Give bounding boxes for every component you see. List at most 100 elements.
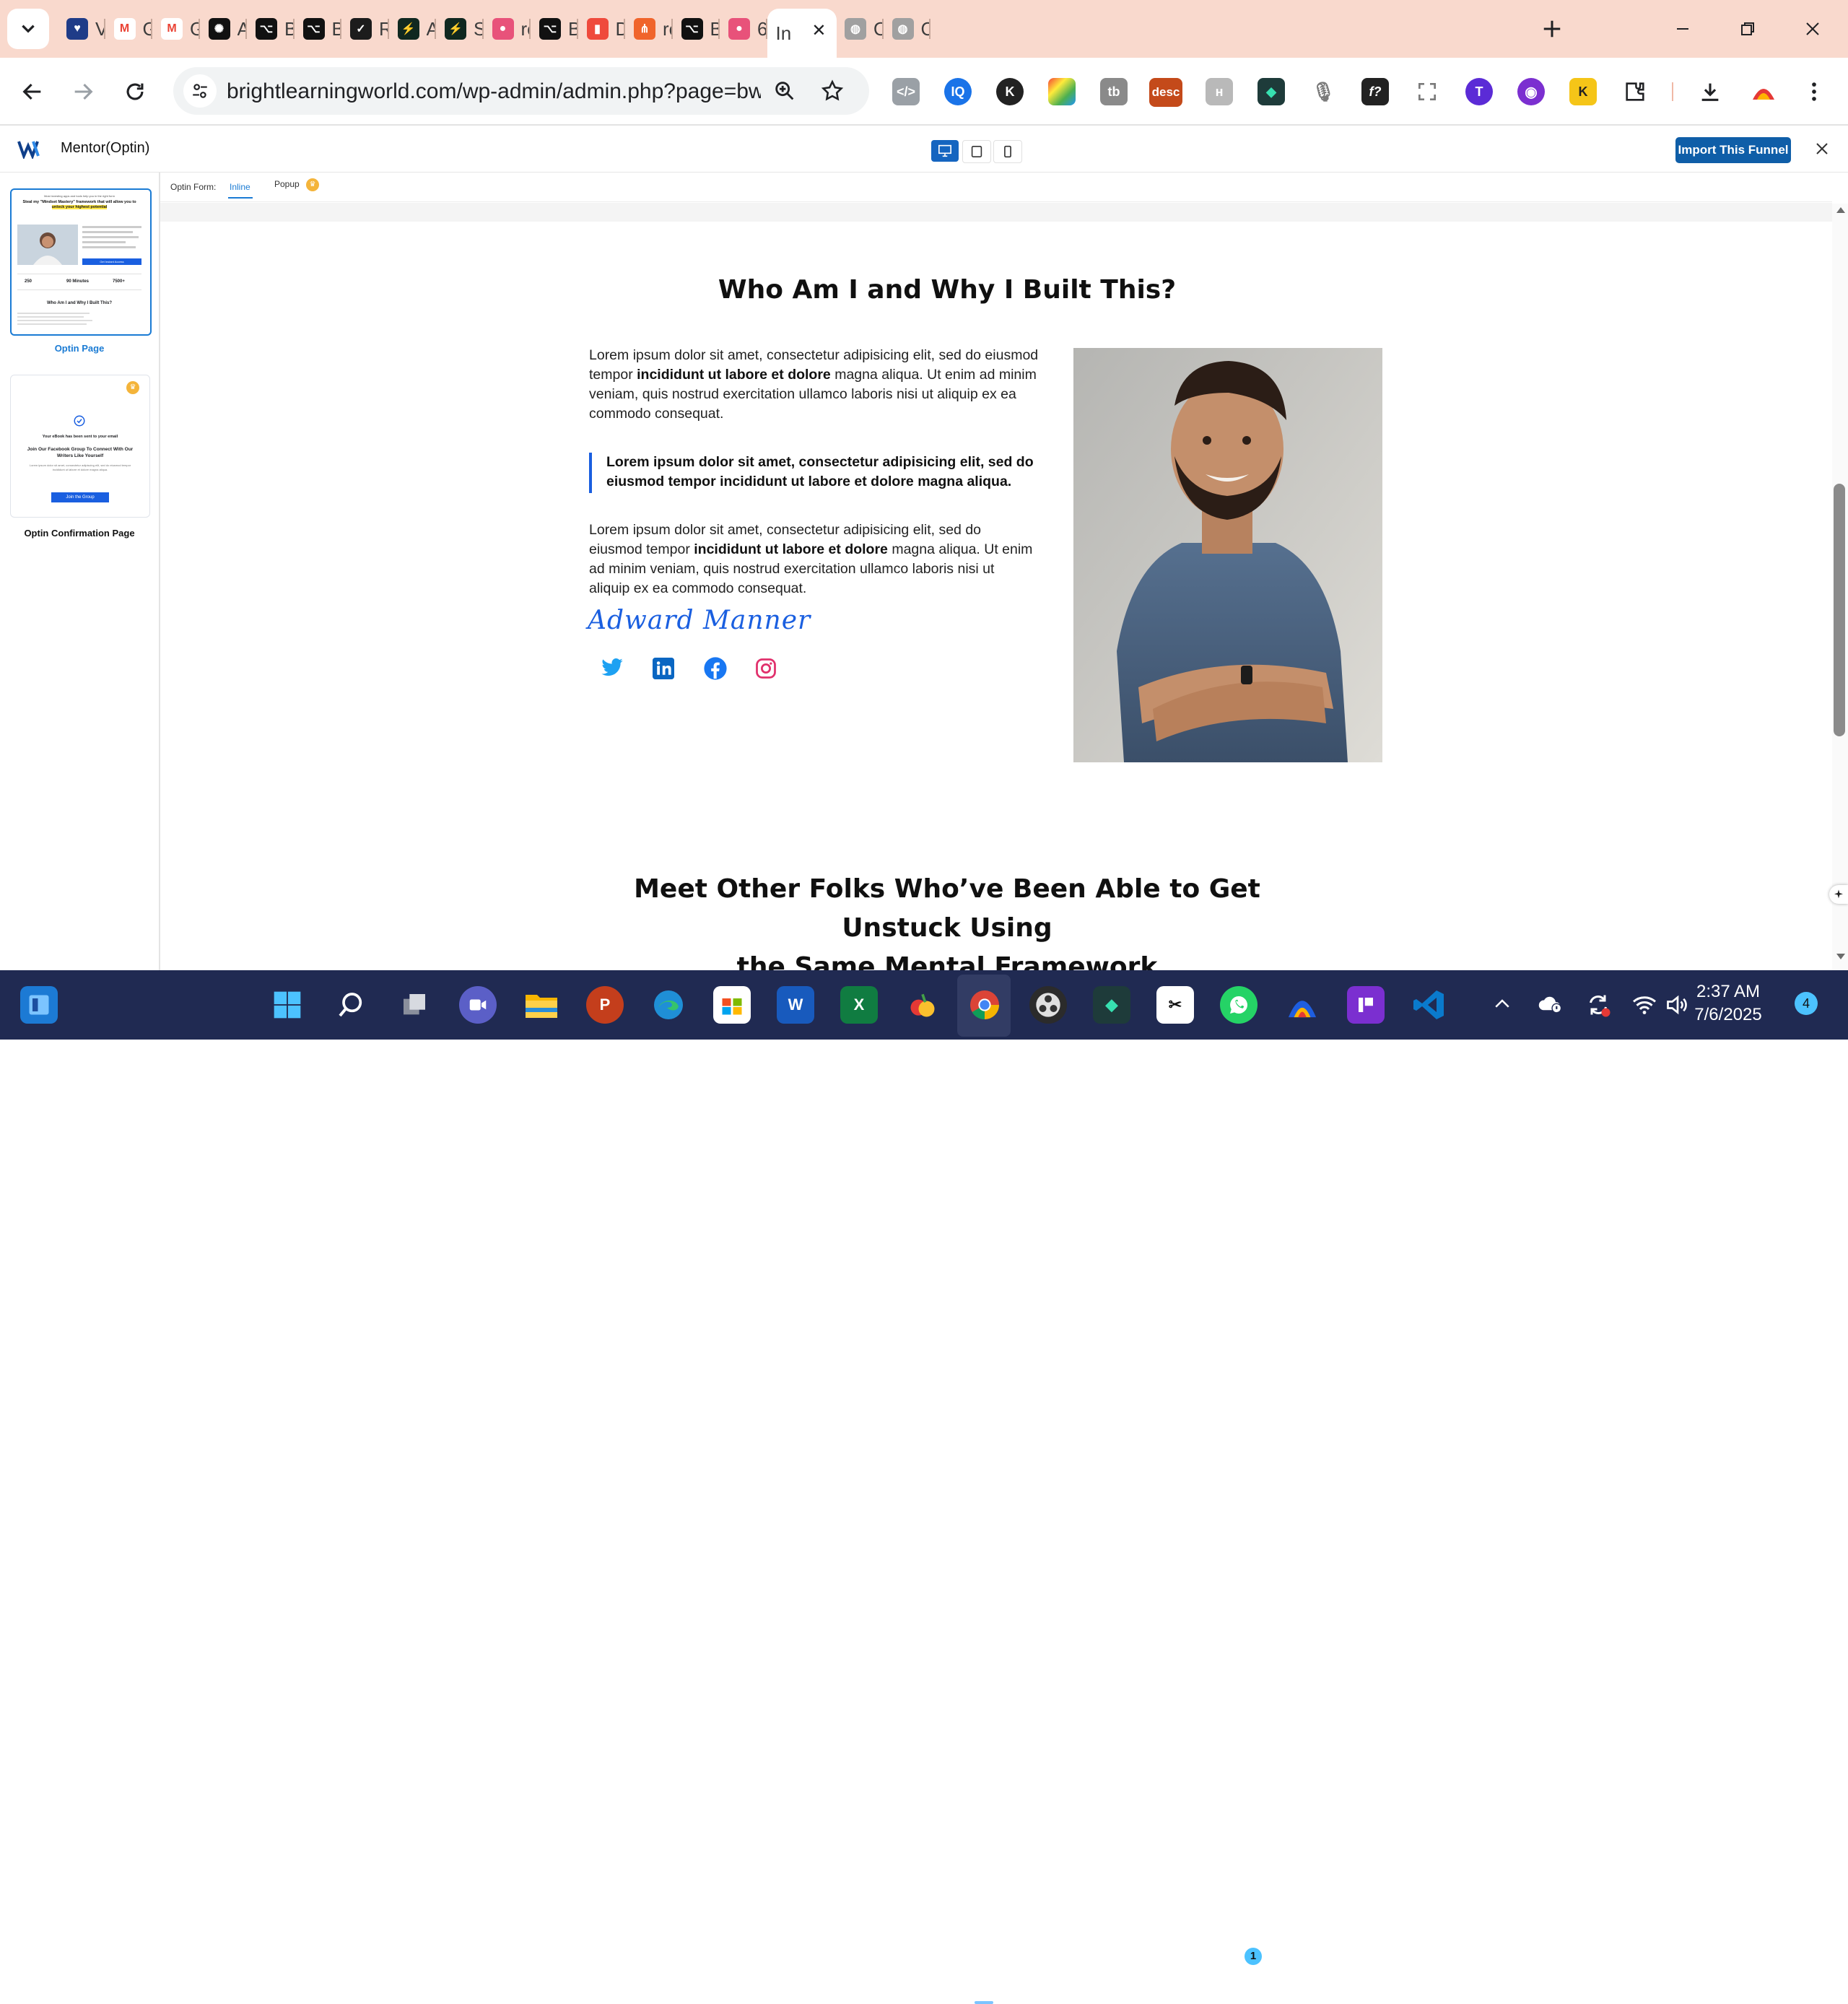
- address-bar[interactable]: brightlearningworld.com/wp-admin/admin.p…: [173, 67, 869, 115]
- chrome-running-indicator: [975, 2001, 993, 2004]
- thumb-divider: [17, 289, 141, 290]
- bookmark-button[interactable]: [820, 79, 845, 107]
- profile-avatar-icon[interactable]: [1750, 78, 1777, 105]
- tablet-view-button[interactable]: [962, 140, 991, 163]
- url-text[interactable]: brightlearningworld.com/wp-admin/admin.p…: [227, 79, 761, 104]
- microsoft-store-icon[interactable]: [713, 986, 751, 1024]
- filmora-icon[interactable]: ◆: [1093, 986, 1130, 1024]
- inline-tab[interactable]: Inline: [230, 182, 250, 192]
- sync-icon[interactable]: [1585, 992, 1611, 1021]
- reload-button[interactable]: [120, 77, 150, 107]
- desc-extension-icon[interactable]: desc: [1149, 78, 1182, 107]
- browser-tab[interactable]: ⌥Bı: [673, 9, 720, 49]
- browser-tab[interactable]: In ✕: [767, 9, 837, 58]
- word-icon[interactable]: W: [777, 986, 814, 1024]
- start-button-icon[interactable]: [269, 986, 306, 1024]
- tb-extension-icon[interactable]: tb: [1100, 78, 1128, 105]
- onedrive-icon[interactable]: [1538, 993, 1564, 1019]
- browser-tab[interactable]: ⚡Se: [436, 9, 484, 49]
- import-funnel-button[interactable]: Import This Funnel: [1675, 137, 1791, 163]
- minimize-button[interactable]: [1650, 0, 1715, 58]
- instagram-icon[interactable]: [755, 658, 777, 683]
- browser-tab[interactable]: ◍ O: [836, 9, 884, 49]
- file-explorer-icon[interactable]: [523, 986, 560, 1024]
- facebook-icon[interactable]: [703, 656, 728, 684]
- k-extension-icon[interactable]: K: [996, 78, 1024, 105]
- gradient-app-icon[interactable]: [1283, 986, 1321, 1024]
- popup-tab[interactable]: Popup: [274, 179, 300, 189]
- browser-tab[interactable]: ✓Re: [341, 9, 389, 49]
- close-tab-icon[interactable]: ✕: [811, 20, 826, 41]
- mic-extension-icon[interactable]: 🎙: [1309, 78, 1337, 105]
- purple-app-icon[interactable]: [1347, 986, 1385, 1024]
- extensions-button[interactable]: [1621, 78, 1649, 105]
- close-builder-button[interactable]: [1813, 140, 1831, 161]
- browser-tab[interactable]: ●re: [484, 9, 531, 49]
- thumb-text-line: [17, 323, 87, 325]
- capcut-icon[interactable]: ✂: [1156, 986, 1194, 1024]
- browser-tab[interactable]: MGi: [105, 9, 152, 49]
- clock[interactable]: 2:37 AM 7/6/2025: [1685, 980, 1771, 1027]
- teams-meet-icon[interactable]: [459, 986, 497, 1024]
- linkedin-icon[interactable]: [653, 658, 674, 683]
- optin-page-label[interactable]: Optin Page: [0, 343, 159, 354]
- browser-tab[interactable]: ◍Cc: [884, 9, 930, 49]
- notification-badge[interactable]: 4: [1795, 992, 1818, 1015]
- browser-tab[interactable]: ⌥Br: [295, 9, 341, 49]
- color-grid-extension-icon[interactable]: [1048, 78, 1076, 105]
- zoom-button[interactable]: [772, 79, 797, 107]
- iq-extension-icon[interactable]: IQ: [944, 78, 972, 105]
- browser-tab[interactable]: ⋔re: [625, 9, 673, 49]
- more-vertical-icon: [1812, 82, 1816, 101]
- optin-confirmation-thumbnail[interactable]: ♛ Your eBook has been sent to your email…: [10, 375, 150, 518]
- downloads-button[interactable]: [1696, 78, 1724, 105]
- diamond-extension-icon[interactable]: ◆: [1258, 78, 1285, 105]
- code-extension-icon[interactable]: </>: [892, 78, 920, 105]
- powerpoint-icon[interactable]: P: [586, 986, 624, 1024]
- search-icon[interactable]: [332, 986, 370, 1024]
- fruit-app-icon[interactable]: [904, 986, 941, 1024]
- optin-confirmation-label[interactable]: Optin Confirmation Page: [0, 528, 159, 539]
- excel-icon[interactable]: X: [840, 986, 878, 1024]
- browser-tab[interactable]: ⌥Br: [531, 9, 578, 49]
- quote-bar: [589, 453, 592, 493]
- chevron-up-icon[interactable]: [1491, 993, 1513, 1019]
- browser-tab[interactable]: ●64: [720, 9, 767, 49]
- k-yellow-extension-icon[interactable]: K: [1569, 78, 1597, 105]
- edge-icon[interactable]: [650, 986, 687, 1024]
- task-view-icon[interactable]: [396, 986, 433, 1024]
- vscode-icon[interactable]: [1411, 986, 1448, 1024]
- twitter-icon[interactable]: [601, 658, 624, 681]
- optin-page-thumbnail[interactable]: Most investing apps and tools help you i…: [10, 188, 152, 336]
- obs-icon[interactable]: [1029, 986, 1067, 1024]
- tab-search-button[interactable]: [7, 9, 49, 49]
- browser-tab[interactable]: ⚡Au: [389, 9, 436, 49]
- browser-tab[interactable]: ⌥Br: [247, 9, 295, 49]
- wifi-icon[interactable]: [1631, 992, 1657, 1021]
- browser-tab[interactable]: ▮Dı: [578, 9, 625, 49]
- t-extension-icon[interactable]: T: [1465, 78, 1493, 105]
- site-info-button[interactable]: [183, 74, 217, 108]
- close-window-button[interactable]: [1780, 0, 1845, 58]
- menu-button[interactable]: [1800, 78, 1828, 105]
- browser-tab[interactable]: MGi: [152, 9, 200, 49]
- back-button[interactable]: [17, 77, 48, 107]
- mobile-view-button[interactable]: [993, 140, 1022, 163]
- desktop-view-button[interactable]: [931, 140, 959, 162]
- browser-tab[interactable]: ♥Vc: [58, 9, 105, 49]
- scrollbar-thumb[interactable]: [1834, 484, 1845, 736]
- widgets-icon[interactable]: [20, 986, 58, 1024]
- new-tab-button[interactable]: [1538, 14, 1566, 43]
- whatsapp-icon[interactable]: [1220, 986, 1258, 1024]
- restore-button[interactable]: [1715, 0, 1780, 58]
- sparkle-assistant-icon[interactable]: [1829, 885, 1848, 904]
- scroll-up-icon[interactable]: [1835, 205, 1847, 219]
- eye-extension-icon[interactable]: ◉: [1517, 78, 1545, 105]
- browser-tab[interactable]: ✺Al: [200, 9, 247, 49]
- chrome-icon[interactable]: [966, 986, 1003, 1024]
- h-extension-icon[interactable]: ʜ: [1206, 78, 1233, 105]
- expand-extension-icon[interactable]: [1413, 78, 1441, 105]
- forward-button[interactable]: [68, 77, 98, 107]
- scroll-down-icon[interactable]: [1835, 951, 1847, 965]
- formula-extension-icon[interactable]: f?: [1361, 78, 1389, 105]
